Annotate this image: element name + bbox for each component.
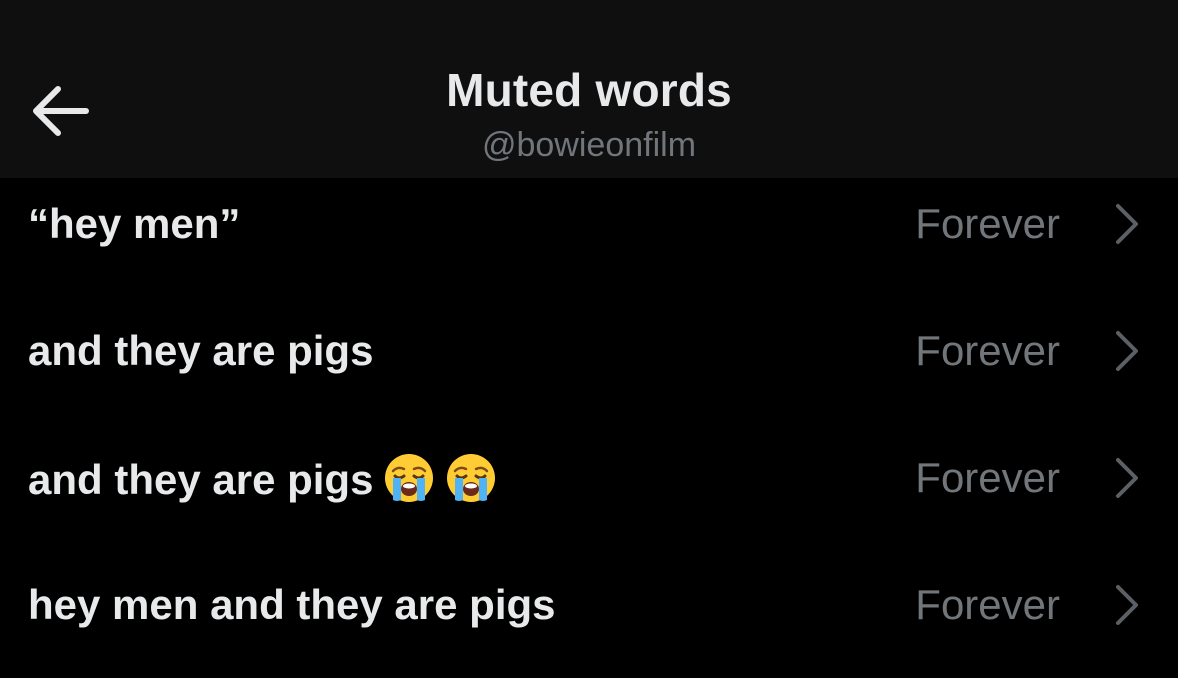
muted-word-text: and they are pigs	[28, 327, 374, 374]
muted-word-text: and they are pigs	[28, 456, 374, 503]
muted-word-row[interactable]: hey men and they are pigs Forever	[0, 559, 1178, 678]
chevron-right-icon	[1110, 456, 1144, 500]
header-bar: Muted words @bowieonfilm	[0, 0, 1178, 178]
page-title: Muted words	[446, 64, 732, 116]
muted-word-row[interactable]: and they are pigs Forever	[0, 432, 1178, 558]
muted-word-text-with-emoji: and they are pigs	[28, 452, 497, 506]
chevron-right-icon	[1110, 202, 1144, 246]
mute-duration: Forever	[915, 327, 1060, 374]
mute-duration: Forever	[915, 454, 1060, 501]
loudly-crying-face-icon	[445, 452, 497, 504]
loudly-crying-face-icon	[383, 452, 435, 504]
chevron-right-icon	[1110, 583, 1144, 627]
muted-word-text: hey men and they are pigs	[28, 581, 556, 628]
account-handle: @bowieonfilm	[481, 126, 697, 164]
chevron-right-icon	[1110, 329, 1144, 373]
muted-word-row[interactable]: “hey men” Forever	[0, 178, 1178, 304]
muted-word-text: “hey men”	[28, 200, 241, 247]
muted-words-screen: Muted words @bowieonfilm “hey men” Forev…	[0, 0, 1178, 678]
muted-word-row[interactable]: and they are pigs Forever	[0, 305, 1178, 431]
mute-duration: Forever	[915, 581, 1060, 628]
mute-duration: Forever	[915, 200, 1060, 247]
